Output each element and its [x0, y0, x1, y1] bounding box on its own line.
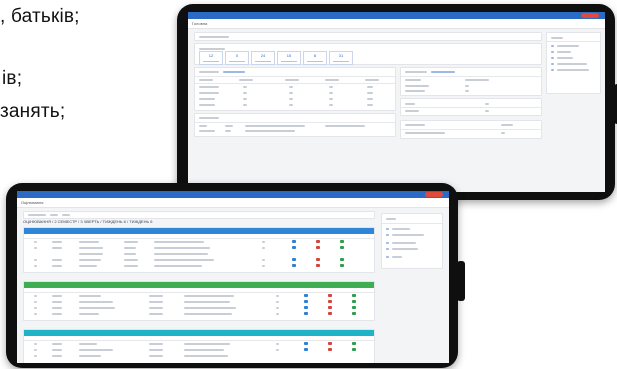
slide-text-line-3: занять;	[0, 101, 66, 122]
stats-card: 12 0 24 15 8 31	[194, 43, 542, 65]
search-bar[interactable]	[194, 32, 542, 41]
slide-text-line-1: , батьків;	[0, 6, 80, 27]
page-title: Оцінювання	[17, 198, 449, 208]
homework-card	[400, 120, 542, 139]
breadcrumb: ОЦІНЮВАННЯ / 2 СЕМЕСТР / 3 ЧВЕРТЬ / ТИЖД…	[23, 219, 153, 224]
lessons-card	[194, 113, 396, 137]
stat-tile[interactable]: 15	[277, 51, 301, 65]
user-badge	[581, 13, 599, 18]
section-header	[24, 282, 374, 288]
stat-tile[interactable]: 8	[303, 51, 327, 65]
grades-section-2	[23, 281, 375, 321]
tablet-side-button	[457, 261, 465, 301]
section-header	[24, 330, 374, 336]
app-topbar	[17, 191, 449, 198]
sidebar-menu	[546, 32, 601, 94]
tablet-screen-dashboard: Головна 12 0 24 15 8 31	[188, 12, 605, 192]
page-title: Головна	[188, 19, 605, 29]
stat-tile[interactable]: 0	[225, 51, 249, 65]
section-header	[24, 228, 374, 234]
tablet-mockup-dashboard: Головна 12 0 24 15 8 31	[177, 4, 617, 200]
stat-tile[interactable]: 31	[329, 51, 353, 65]
filter-bar[interactable]	[23, 211, 375, 219]
students-table-card	[400, 67, 542, 96]
grades-section-1	[23, 227, 375, 273]
summary-card	[400, 98, 542, 116]
slide-text-line-2: ів;	[2, 68, 23, 89]
schedule-table-card	[194, 67, 396, 111]
grades-section-3	[23, 329, 375, 363]
user-badge	[425, 192, 443, 197]
stat-tile[interactable]: 24	[251, 51, 275, 65]
sidebar-menu	[381, 213, 443, 269]
stat-tile[interactable]: 12	[199, 51, 223, 65]
tablet-screen-grading: Оцінювання ОЦІНЮВАННЯ / 2 СЕМЕСТР / 3 ЧВ…	[17, 191, 449, 363]
tablet-mockup-grading: Оцінювання ОЦІНЮВАННЯ / 2 СЕМЕСТР / 3 ЧВ…	[6, 183, 465, 368]
app-topbar	[188, 12, 605, 19]
